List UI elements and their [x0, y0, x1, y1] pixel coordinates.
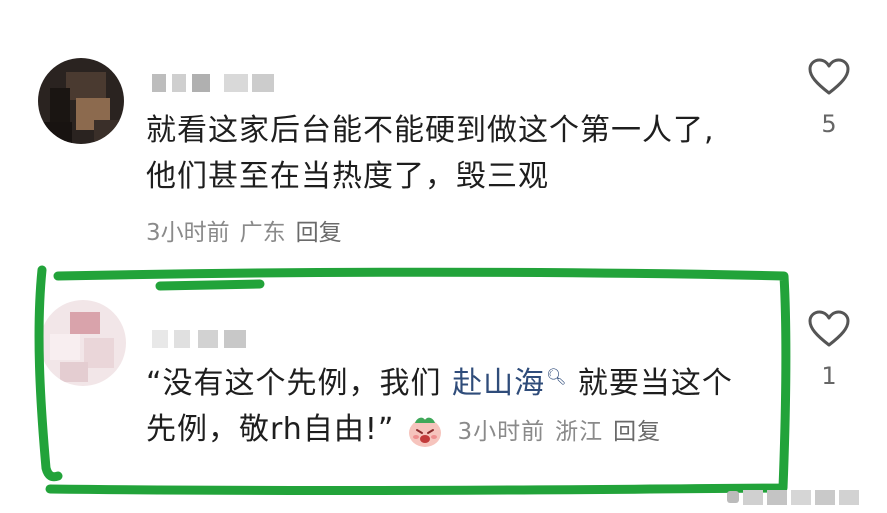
like-count: 5: [821, 110, 837, 138]
reply-button[interactable]: 回复: [296, 220, 342, 246]
comment-line-1: 就看这家后台能不能硬到做这个第一人了,: [146, 113, 715, 148]
location: 广东: [239, 220, 286, 246]
timestamp: 3小时前: [457, 419, 546, 445]
avatar[interactable]: [38, 58, 124, 144]
comment-text: 就看这家后台能不能硬到做这个第一人了, 他们甚至在当热度了，毁三观: [146, 108, 715, 200]
heart-icon: [808, 58, 850, 95]
like-button[interactable]: 1: [804, 310, 854, 390]
quote-start: “没有这个先例，我们: [146, 366, 453, 401]
hashtag-text: 赴山海: [452, 366, 546, 401]
quote-end: 先例，敬rh自由!”: [146, 412, 395, 447]
watermark: [727, 487, 877, 509]
comment-meta: 3小时前 广东 回复: [146, 213, 352, 247]
heart-icon: [808, 310, 850, 347]
like-count: 1: [821, 362, 837, 390]
username-blurred[interactable]: [152, 74, 282, 94]
like-button[interactable]: 5: [804, 58, 854, 138]
avatar[interactable]: [40, 300, 126, 386]
comment-line-1: “没有这个先例，我们 赴山海🔍︎ 就要当这个: [146, 354, 733, 407]
search-icon: 🔍︎: [546, 367, 568, 386]
timestamp: 3小时前: [146, 220, 230, 246]
username-blurred[interactable]: [152, 330, 252, 350]
hashtag-link[interactable]: 赴山海🔍︎: [452, 366, 567, 401]
comment-line-2: 他们甚至在当热度了，毁三观: [146, 159, 549, 194]
location: 浙江: [555, 419, 604, 445]
comment-line-2: 先例，敬rh自由!” 3小时前 浙江 回复: [146, 407, 733, 455]
crying-face-emoji: [408, 417, 441, 447]
comment-meta: 3小时前 浙江 回复: [457, 419, 671, 445]
reply-button[interactable]: 回复: [613, 419, 661, 445]
comment-text: “没有这个先例，我们 赴山海🔍︎ 就要当这个 先例，敬rh自由!” 3小时前 浙江…: [146, 354, 733, 455]
quote-continue: 就要当这个: [567, 366, 733, 401]
